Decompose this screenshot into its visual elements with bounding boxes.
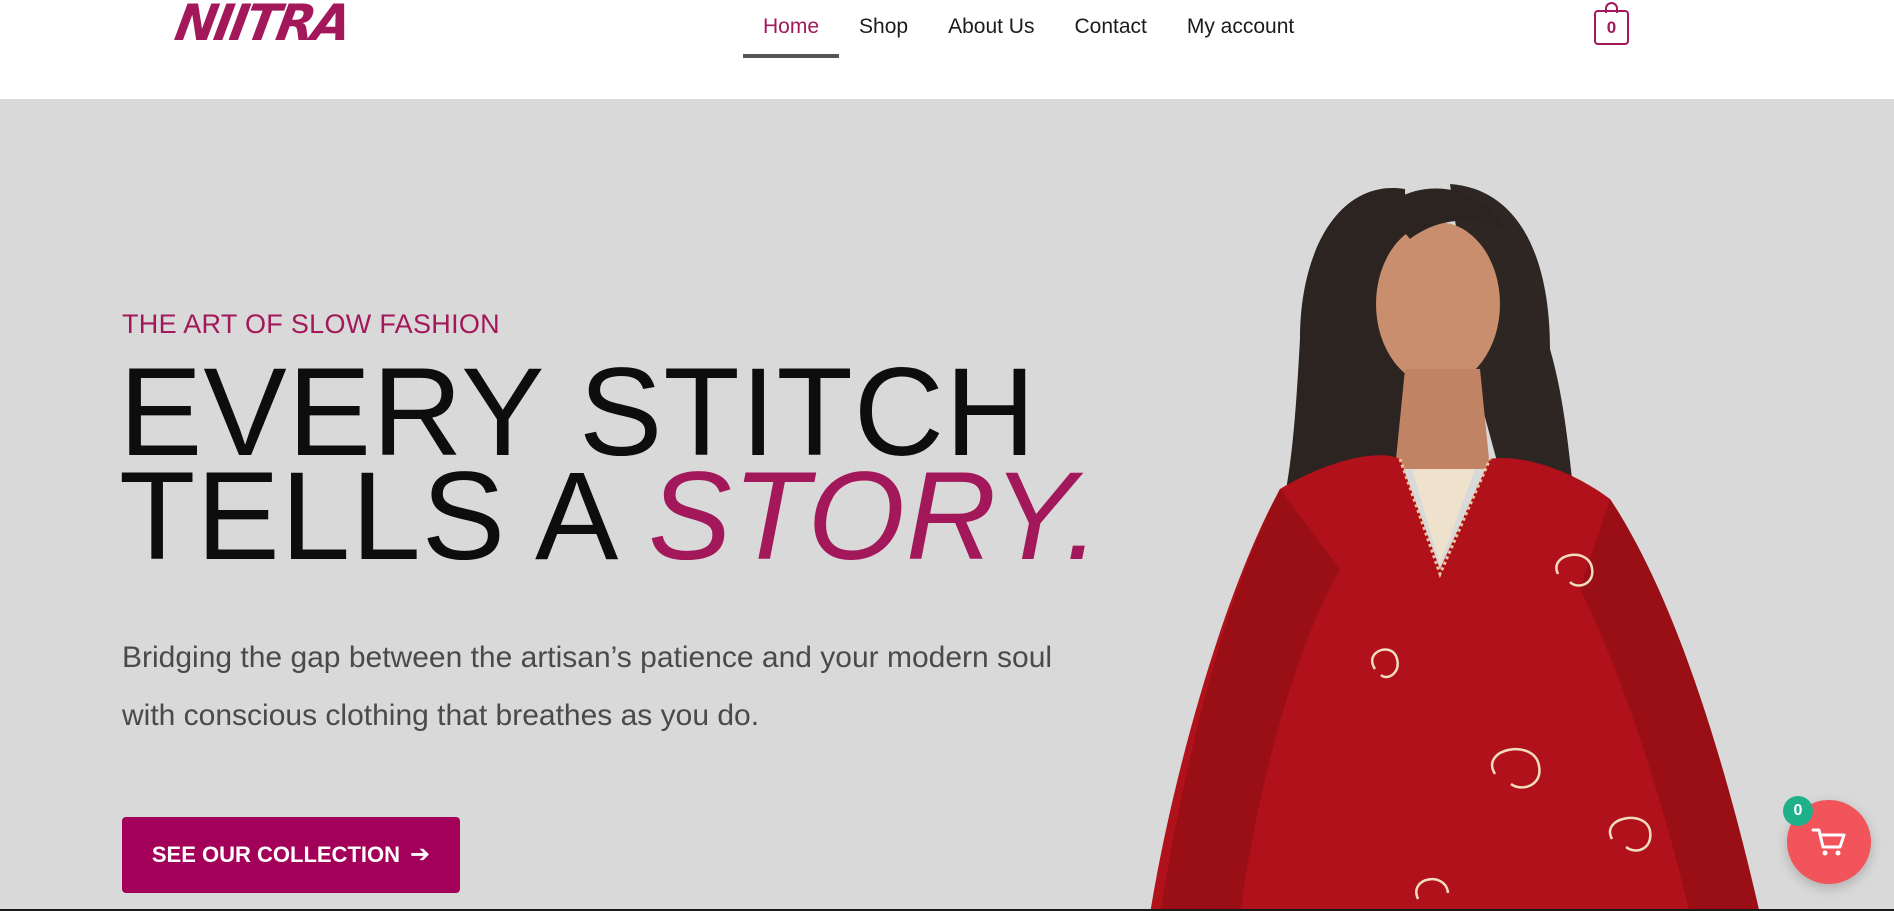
brand-logo[interactable]: NIITRA xyxy=(171,0,354,52)
see-collection-button[interactable]: SEE OUR COLLECTION ➔ xyxy=(122,817,460,893)
arrow-right-icon: ➔ xyxy=(410,841,431,868)
neck xyxy=(1395,369,1490,469)
cta-label: SEE OUR COLLECTION xyxy=(151,842,400,867)
site-header: NIITRA Home Shop About Us Contact My acc… xyxy=(0,0,1894,99)
hero-section: THE ART OF SLOW FASHION EVERY STITCH TEL… xyxy=(0,99,1894,911)
main-nav: Home Shop About Us Contact My account xyxy=(743,0,1314,58)
nav-item-contact[interactable]: Contact xyxy=(1054,0,1166,54)
hero-model-image xyxy=(1150,184,1760,911)
headline-line-2: TELLS A xyxy=(119,447,649,586)
hero-subtext: Bridging the gap between the artisan’s p… xyxy=(122,641,1053,732)
hero-headline: EVERY STITCH TELLS A STORY. xyxy=(119,350,1101,579)
nav-item-about-us[interactable]: About Us xyxy=(928,0,1054,54)
hero-eyebrow: THE ART OF SLOW FASHION xyxy=(122,309,500,339)
face xyxy=(1376,222,1500,386)
shopping-bag-icon[interactable]: 0 xyxy=(1594,2,1629,45)
headline-accent: STORY. xyxy=(648,447,1102,586)
nav-item-shop[interactable]: Shop xyxy=(839,0,928,54)
cart-icon xyxy=(1811,828,1846,856)
nav-item-home[interactable]: Home xyxy=(743,0,840,58)
header-cart-count: 0 xyxy=(1606,18,1617,37)
bag-handle xyxy=(1605,2,1618,13)
floating-cart-count-badge: 0 xyxy=(1783,796,1813,826)
nav-item-my-account[interactable]: My account xyxy=(1167,0,1314,54)
